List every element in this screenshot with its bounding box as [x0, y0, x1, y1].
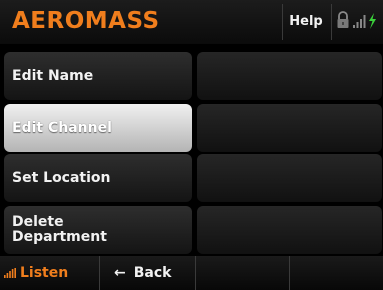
- brand-logo: AEROMASS: [12, 8, 160, 34]
- listen-button[interactable]: Listen: [0, 256, 100, 290]
- delete-department-value: [197, 206, 382, 254]
- softkey-4[interactable]: [290, 256, 383, 290]
- device-screen: AEROMASS Help Edit Name Edit Channel Set…: [0, 0, 383, 290]
- menu-row-edit-name: Edit Name: [4, 52, 382, 100]
- edit-channel-value: [197, 104, 382, 152]
- edit-channel-button[interactable]: Edit Channel: [4, 104, 192, 152]
- header-bar: AEROMASS Help: [0, 0, 383, 44]
- status-icons: [336, 10, 382, 32]
- edit-name-value: [197, 52, 382, 100]
- set-location-value: [197, 154, 382, 202]
- footer-bar: Listen ← Back: [0, 256, 383, 290]
- menu-row-delete-department: Delete Department: [4, 206, 382, 254]
- set-location-button[interactable]: Set Location: [4, 154, 192, 202]
- signal-bars-icon: [4, 268, 16, 278]
- edit-name-button[interactable]: Edit Name: [4, 52, 192, 100]
- back-label: Back: [133, 265, 172, 281]
- softkey-3[interactable]: [196, 256, 290, 290]
- menu-row-set-location: Set Location: [4, 154, 382, 202]
- back-button[interactable]: ← Back: [100, 256, 196, 290]
- help-button[interactable]: Help: [283, 4, 329, 40]
- header-divider: [331, 4, 332, 40]
- listen-label: Listen: [20, 265, 69, 281]
- back-arrow-icon: ←: [114, 265, 126, 281]
- menu-row-edit-channel: Edit Channel: [4, 104, 382, 152]
- delete-department-button[interactable]: Delete Department: [4, 206, 192, 254]
- lock-icon: [337, 11, 349, 28]
- charging-icon: [369, 13, 376, 29]
- signal-bars-icon: [353, 15, 366, 28]
